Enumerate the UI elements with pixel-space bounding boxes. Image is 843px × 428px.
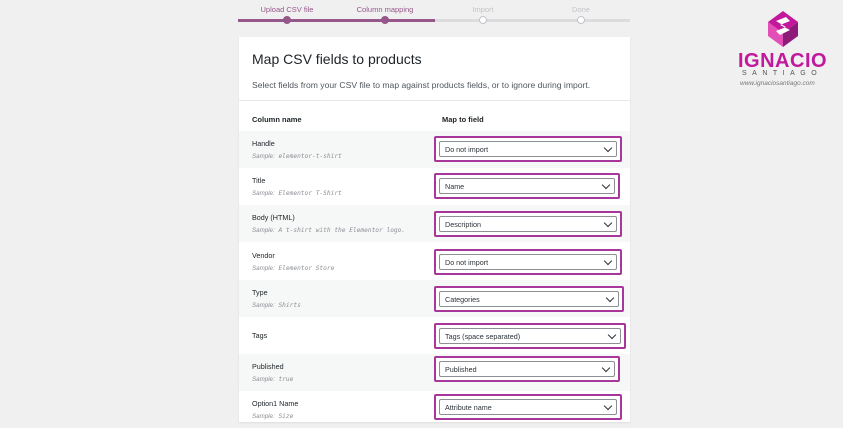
field-select-highlight: Categories <box>434 286 624 312</box>
field-select-highlight: Do not import <box>434 249 622 275</box>
column-sample: Sample: true <box>252 376 294 383</box>
column-name: Published <box>252 362 284 371</box>
column-sample: Sample: Elementor T-Shirt <box>252 190 342 197</box>
page-description: Select fields from your CSV file to map … <box>252 80 591 90</box>
chevron-down-icon <box>603 256 613 266</box>
column-name: Type <box>252 288 268 297</box>
logo-website: www.ignaciosantiago.com <box>740 80 815 87</box>
chevron-down-icon <box>603 143 613 153</box>
chevron-down-icon <box>601 180 611 190</box>
step-label: Import <box>472 5 494 14</box>
field-select-published[interactable]: Published <box>439 361 615 377</box>
step-label: Column mapping <box>356 5 414 14</box>
column-sample: Sample: Elementor Store <box>252 265 335 272</box>
column-name: Option1 Name <box>252 399 299 408</box>
step-dot <box>479 16 487 24</box>
step-dot <box>283 16 291 24</box>
chevron-down-icon <box>607 330 617 340</box>
field-select-highlight: Published <box>434 356 620 382</box>
column-sample: Sample: elementor-t-shirt <box>252 153 342 160</box>
column-sample: Sample: A t-shirt with the Elementor log… <box>252 227 406 234</box>
field-select-highlight: Description <box>434 211 622 237</box>
column-mapping-card: Map CSV fields to products Select fields… <box>239 37 630 422</box>
step-upload-csv: Upload CSV file <box>238 0 336 24</box>
field-select-highlight: Do not import <box>434 136 622 162</box>
column-name-header: Column name <box>252 115 302 124</box>
column-name: Title <box>252 176 266 185</box>
step-import: Import <box>434 0 532 24</box>
chevron-down-icon <box>601 363 611 373</box>
column-name: Vendor <box>252 251 275 260</box>
progress-track-fill <box>238 19 435 22</box>
step-column-mapping: Column mapping <box>336 0 434 24</box>
chevron-down-icon <box>603 218 613 228</box>
field-select-vendor[interactable]: Do not import <box>439 254 617 270</box>
step-dot <box>577 16 585 24</box>
step-dot <box>381 16 389 24</box>
field-select-highlight: Tags (space separated) <box>434 323 626 349</box>
field-select-handle[interactable]: Do not import <box>439 141 617 157</box>
column-sample: Sample: Shirts <box>252 302 301 309</box>
logo-subtitle: SANTIAGO <box>742 70 823 77</box>
step-label: Upload CSV file <box>260 5 314 14</box>
chevron-down-icon <box>605 293 615 303</box>
column-name: Tags <box>252 331 268 340</box>
step-done: Done <box>532 0 630 24</box>
field-select-body-html[interactable]: Description <box>439 216 617 232</box>
field-select-tags[interactable]: Tags (space separated) <box>439 328 621 344</box>
divider <box>239 100 630 101</box>
import-progress-steps: Upload CSV file Column mapping Import Do… <box>238 0 630 28</box>
chevron-down-icon <box>603 401 613 411</box>
field-select-highlight: Name <box>434 173 620 199</box>
field-select-highlight: Attribute name <box>434 394 622 420</box>
field-select-type[interactable]: Categories <box>439 291 619 307</box>
map-to-field-header: Map to field <box>442 115 484 124</box>
brand-logo: IGNACIO SANTIAGO www.ignaciosantiago.com <box>730 8 840 98</box>
field-select-option1-name[interactable]: Attribute name <box>439 399 617 415</box>
page-title: Map CSV fields to products <box>252 51 422 67</box>
column-sample: Sample: Size <box>252 413 294 420</box>
field-select-title[interactable]: Name <box>439 178 615 194</box>
column-name: Body (HTML) <box>252 213 295 222</box>
column-name: Handle <box>252 139 275 148</box>
logo-s-mark-icon <box>768 11 798 47</box>
step-label: Done <box>572 5 590 14</box>
